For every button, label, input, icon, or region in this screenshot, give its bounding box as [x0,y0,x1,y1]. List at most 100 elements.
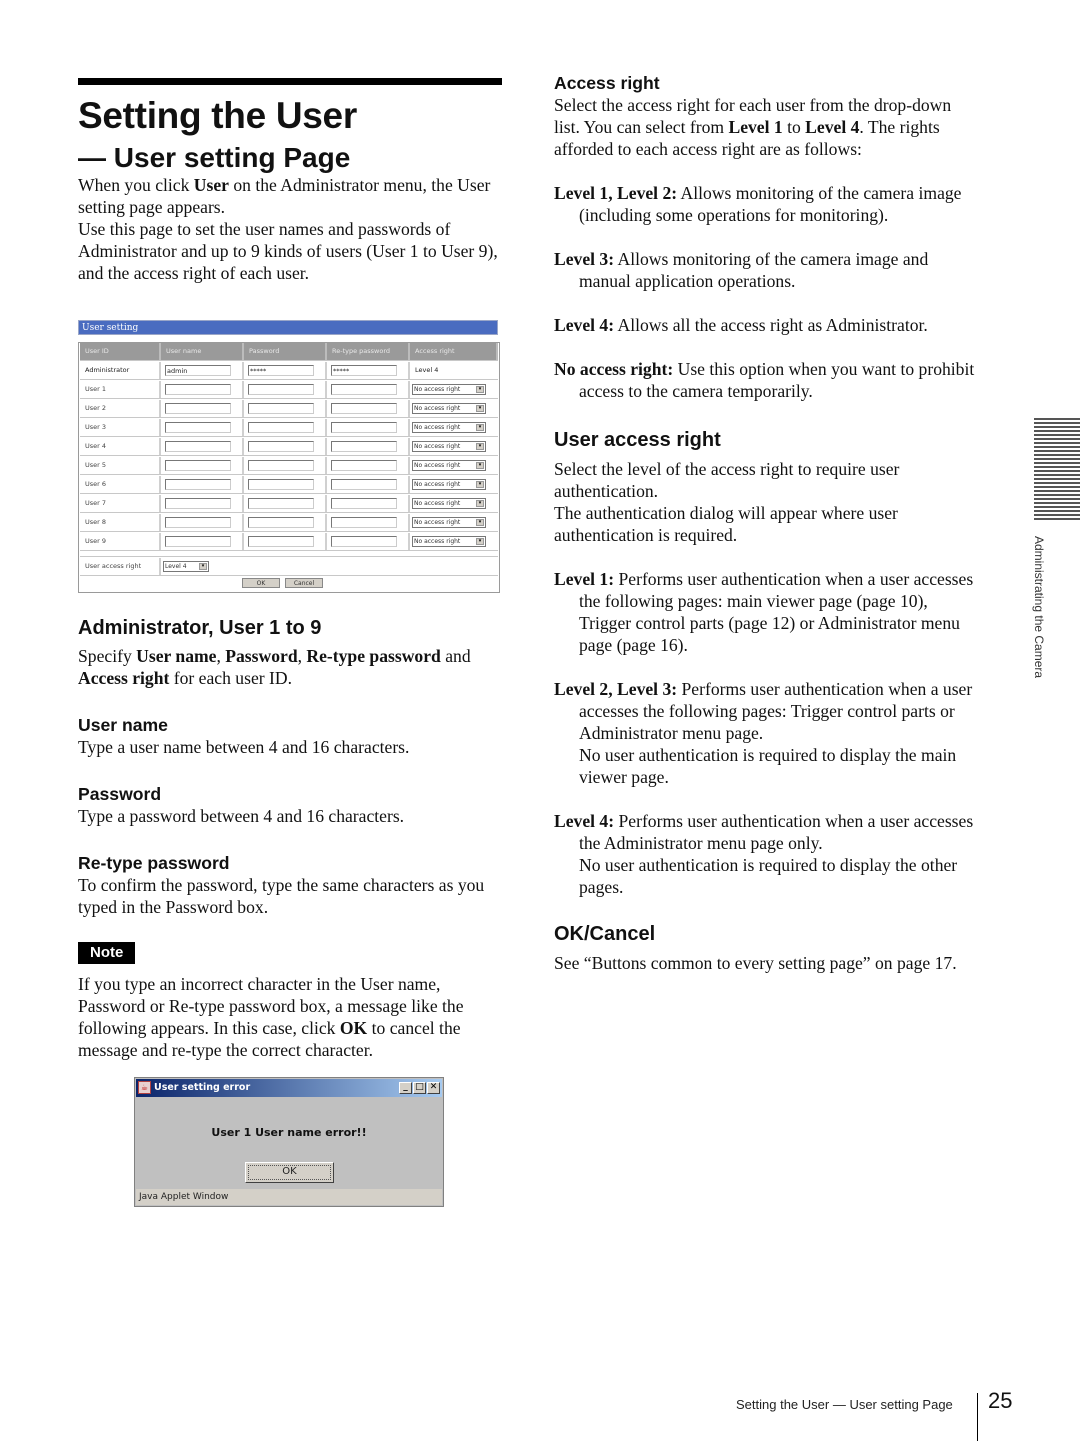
definition-item: Level 1: Performs user authentication wh… [554,569,974,655]
access-right-select[interactable]: No access right ▾ [412,479,486,490]
column-header-retype-password: Re-type password [327,343,410,360]
password-input[interactable] [248,536,314,547]
table-row-user: User 3 No access right ▾ [80,419,498,437]
user-name-input[interactable] [165,384,231,395]
user-access-right-select[interactable]: Level 4 ▾ [163,561,209,572]
table-row-user: User 8 No access right ▾ [80,514,498,532]
side-tab-marker [1034,418,1080,522]
user-id-label: User 9 [80,533,161,550]
dialog-ok-button[interactable]: OK [245,1162,334,1183]
user-name-input[interactable] [165,441,231,452]
access-right-select[interactable]: No access right ▾ [412,384,486,395]
java-app-icon: ☕ [138,1081,151,1094]
password-input[interactable] [248,479,314,490]
user-name-input[interactable] [165,536,231,547]
side-tab-line [1034,498,1080,500]
table-row-user: User 6 No access right ▾ [80,476,498,494]
retype-password-input[interactable] [331,460,397,471]
access-right-select[interactable]: No access right ▾ [412,403,486,414]
access-right-select[interactable]: No access right ▾ [412,536,486,547]
form-cancel-button[interactable]: Cancel [285,578,323,588]
admin-retype-password-input[interactable]: ***** [331,365,397,376]
definition-item: Level 4: Performs user authentication wh… [554,811,974,853]
form-title-bar: User setting [78,320,498,335]
side-tab-line [1034,510,1080,512]
password-input[interactable] [248,498,314,509]
user-setting-form-screenshot: User setting User ID User name Password … [78,318,500,593]
user-access-right-label: User access right [80,558,161,575]
retype-password-input[interactable] [331,479,397,490]
close-icon[interactable]: ✕ [427,1082,440,1094]
side-tab-line [1034,502,1080,504]
ok-cancel-heading: OK/Cancel [554,923,656,945]
user-name-input[interactable] [165,403,231,414]
definition-item: Level 1, Level 2: Allows monitoring of t… [554,183,962,225]
admin-section-paragraph: Specify User name, Password, Re-type pas… [78,646,471,688]
admin-access-right: Level 4 [415,366,439,374]
footer-divider [977,1393,978,1441]
retype-password-heading: Re-type password [78,853,230,873]
user-name-input[interactable] [165,498,231,509]
access-right-select[interactable]: No access right ▾ [412,498,486,509]
password-input[interactable] [248,384,314,395]
admin-password-input[interactable]: ***** [248,365,314,376]
side-tab-line [1034,486,1080,488]
password-input[interactable] [248,403,314,414]
page-title: Setting the User [78,95,357,136]
access-right-select[interactable]: No access right ▾ [412,422,486,433]
retype-password-input[interactable] [331,536,397,547]
table-separator [80,552,498,557]
left-column: Setting the User — User setting Page Whe… [78,78,502,284]
side-tab-line [1034,466,1080,468]
password-text: Type a password between 4 and 16 charact… [78,806,405,826]
access-right-heading: Access right [554,73,660,93]
table-row-user: User 7 No access right ▾ [80,495,498,513]
note-text: If you type an incorrect character in th… [78,974,464,1060]
access-right-select[interactable]: No access right ▾ [412,517,486,528]
user-name-input[interactable] [165,479,231,490]
user-id-label: Administrator [80,362,161,379]
password-input[interactable] [248,460,314,471]
table-row-user: User 1 No access right ▾ [80,381,498,399]
password-input[interactable] [248,517,314,528]
side-tab-line [1034,426,1080,428]
access-right-select[interactable]: No access right ▾ [412,460,486,471]
definition-extra: No user authentication is required to di… [579,745,957,787]
side-tab-line [1034,514,1080,516]
retype-password-input[interactable] [331,498,397,509]
password-input[interactable] [248,422,314,433]
retype-password-input[interactable] [331,422,397,433]
side-tab-line [1034,446,1080,448]
user-access-right-p2: The authentication dialog will appear wh… [554,503,898,545]
side-tab-line [1034,430,1080,432]
retype-password-input[interactable] [331,403,397,414]
user-access-right-p1: Select the level of the access right to … [554,459,900,501]
dialog-title-bar: ☕ User setting error _ □ ✕ [136,1079,442,1097]
side-tab-line [1034,482,1080,484]
table-row-administrator: Administrator admin ***** ***** Level 4 [80,362,498,380]
user-name-input[interactable] [165,422,231,433]
admin-section: Administrator, User 1 to 9 Specify User … [78,616,502,918]
user-access-right-heading: User access right [554,429,721,451]
title-rule [78,78,502,85]
user-name-input[interactable] [165,517,231,528]
column-header-password: Password [244,343,327,360]
password-input[interactable] [248,441,314,452]
table-row-user: User 2 No access right ▾ [80,400,498,418]
form-ok-button[interactable]: OK [242,578,280,588]
retype-password-input[interactable] [331,384,397,395]
side-tab-line [1034,422,1080,424]
access-right-select[interactable]: No access right ▾ [412,441,486,452]
maximize-icon[interactable]: □ [413,1082,426,1094]
form-buttons-row: OK Cancel [80,576,498,594]
retype-password-input[interactable] [331,441,397,452]
side-tab-line [1034,418,1080,420]
admin-section-heading: Administrator, User 1 to 9 [78,617,322,639]
minimize-icon[interactable]: _ [399,1082,412,1094]
side-tab-line [1034,490,1080,492]
side-tab-line [1034,474,1080,476]
access-right-intro: Select the access right for each user fr… [554,95,952,159]
retype-password-input[interactable] [331,517,397,528]
admin-user-name-input[interactable]: admin [165,365,231,376]
user-name-input[interactable] [165,460,231,471]
